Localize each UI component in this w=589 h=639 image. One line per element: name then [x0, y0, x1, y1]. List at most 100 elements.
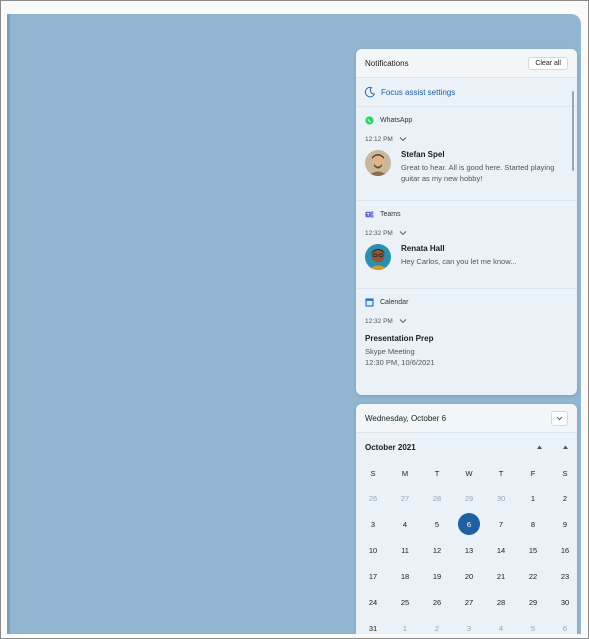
calendar-flyout: Wednesday, October 6 October 2021 S M T …: [356, 404, 577, 634]
weekday-header: W: [465, 468, 473, 478]
calendar-day[interactable]: 10: [357, 537, 389, 563]
calendar-day[interactable]: 5: [517, 615, 549, 634]
weekday-header: T: [498, 468, 504, 478]
avatar: [365, 150, 391, 176]
screenshot-frame: Notifications Clear all Focus assist set…: [0, 0, 589, 639]
calendar-day[interactable]: 31: [357, 615, 389, 634]
event-title: Presentation Prep: [365, 334, 434, 343]
app-name: Calendar: [380, 298, 409, 306]
calendar-day[interactable]: 27: [453, 589, 485, 615]
message: Stefan Spel Great to hear. All is good h…: [365, 150, 568, 184]
app-name: WhatsApp: [380, 116, 413, 124]
calendar-day[interactable]: 8: [517, 511, 549, 537]
calendar-day[interactable]: 22: [517, 563, 549, 589]
calendar-day[interactable]: 3: [357, 511, 389, 537]
calendar-day[interactable]: 23: [549, 563, 577, 589]
calendar-day[interactable]: 29: [453, 485, 485, 511]
calendar-icon: [365, 297, 374, 307]
today-marker: 6: [458, 513, 480, 535]
notification-center: Notifications Clear all Focus assist set…: [356, 49, 577, 395]
time-row: 12:32 PM: [365, 228, 568, 238]
calendar-day[interactable]: 19: [421, 563, 453, 589]
calendar-day[interactable]: 30: [549, 589, 577, 615]
calendar-day[interactable]: 28: [485, 589, 517, 615]
message-text: Hey Carlos, can you let me know...: [401, 257, 517, 266]
focus-assist-link[interactable]: Focus assist settings: [356, 78, 577, 107]
timestamp: 12:32 PM: [365, 317, 393, 325]
calendar-day[interactable]: 13: [453, 537, 485, 563]
chevron-down-icon[interactable]: [399, 230, 407, 236]
calendar-day[interactable]: 24: [357, 589, 389, 615]
chevron-down-icon: [556, 416, 563, 420]
calendar-day[interactable]: 15: [517, 537, 549, 563]
notification-group-calendar[interactable]: Calendar 12:32 PM Presentation Prep Skyp…: [356, 289, 577, 374]
calendar-day[interactable]: 11: [389, 537, 421, 563]
collapse-calendar-button[interactable]: [551, 410, 568, 426]
calendar-day[interactable]: 21: [485, 563, 517, 589]
app-name: Teams: [380, 210, 401, 218]
desktop-edge: [7, 14, 10, 634]
notification-group-teams[interactable]: Teams 12:32 PM Renata Hall Hey Carlos, c…: [356, 201, 577, 289]
focus-assist-label: Focus assist settings: [381, 87, 456, 97]
app-row: WhatsApp: [365, 114, 568, 126]
event-time: 12:30 PM, 10/6/2021: [365, 358, 435, 367]
calendar-day[interactable]: 26: [357, 485, 389, 511]
calendar-day[interactable]: 26: [421, 589, 453, 615]
chevron-down-icon[interactable]: [399, 136, 407, 142]
message: Renata Hall Hey Carlos, can you let me k…: [365, 244, 568, 270]
weekday-header: S: [562, 468, 568, 478]
timestamp: 12:32 PM: [365, 229, 393, 237]
calendar-day[interactable]: 12: [421, 537, 453, 563]
calendar-day[interactable]: 1: [389, 615, 421, 634]
clear-all-button[interactable]: Clear all: [528, 56, 568, 70]
month-nav: [535, 443, 569, 451]
triangle-up-icon: [536, 445, 542, 449]
app-row: Calendar: [365, 296, 568, 308]
calendar-day[interactable]: 1: [517, 485, 549, 511]
time-row: 12:32 PM: [365, 316, 568, 326]
calendar-day[interactable]: 6: [549, 615, 577, 634]
calendar-day[interactable]: 9: [549, 511, 577, 537]
whatsapp-icon: [365, 115, 374, 125]
previous-month-button[interactable]: [535, 443, 543, 451]
calendar-day[interactable]: 18: [389, 563, 421, 589]
moon-icon: [364, 86, 376, 98]
next-month-button[interactable]: [561, 443, 569, 451]
calendar-day[interactable]: 17: [357, 563, 389, 589]
app-row: Teams: [365, 208, 568, 220]
avatar: [365, 244, 391, 270]
calendar-header: Wednesday, October 6: [356, 404, 577, 433]
calendar-day[interactable]: 14: [485, 537, 517, 563]
calendar-day[interactable]: 7: [485, 511, 517, 537]
calendar-day[interactable]: 29: [517, 589, 549, 615]
calendar-day[interactable]: 4: [485, 615, 517, 634]
month-label[interactable]: October 2021: [365, 443, 416, 452]
calendar-day[interactable]: 5: [421, 511, 453, 537]
calendar-day[interactable]: 3: [453, 615, 485, 634]
calendar-day[interactable]: 28: [421, 485, 453, 511]
sender-name: Renata Hall: [401, 244, 445, 253]
calendar-day[interactable]: 4: [389, 511, 421, 537]
weekday-header: F: [530, 468, 536, 478]
calendar-grid: S M T W T F S 26 27 28 29 30 1 2 3 4 5 6 7 8 9 10 11 12 13 14 15 16…: [356, 461, 577, 634]
message-content: Renata Hall Hey Carlos, can you let me k…: [401, 244, 516, 270]
timestamp: 12:12 PM: [365, 135, 393, 143]
triangle-up-icon: [562, 445, 568, 449]
calendar-day-today[interactable]: 6: [453, 511, 485, 537]
notification-group-whatsapp[interactable]: WhatsApp 12:12 PM Stefan Spel Great to h…: [356, 107, 577, 201]
calendar-day[interactable]: 20: [453, 563, 485, 589]
calendar-day[interactable]: 16: [549, 537, 577, 563]
weekday-header: T: [434, 468, 440, 478]
time-row: 12:12 PM: [365, 134, 568, 144]
calendar-day[interactable]: 25: [389, 589, 421, 615]
teams-icon: [365, 210, 374, 218]
calendar-day[interactable]: 27: [389, 485, 421, 511]
scrollbar[interactable]: [572, 91, 574, 171]
calendar-day[interactable]: 2: [549, 485, 577, 511]
event-location: Skype Meeting: [365, 347, 415, 356]
chevron-down-icon[interactable]: [399, 318, 407, 324]
calendar-day[interactable]: 2: [421, 615, 453, 634]
weekday-header: M: [401, 468, 409, 478]
calendar-day[interactable]: 30: [485, 485, 517, 511]
selected-date: Wednesday, October 6: [365, 413, 447, 423]
